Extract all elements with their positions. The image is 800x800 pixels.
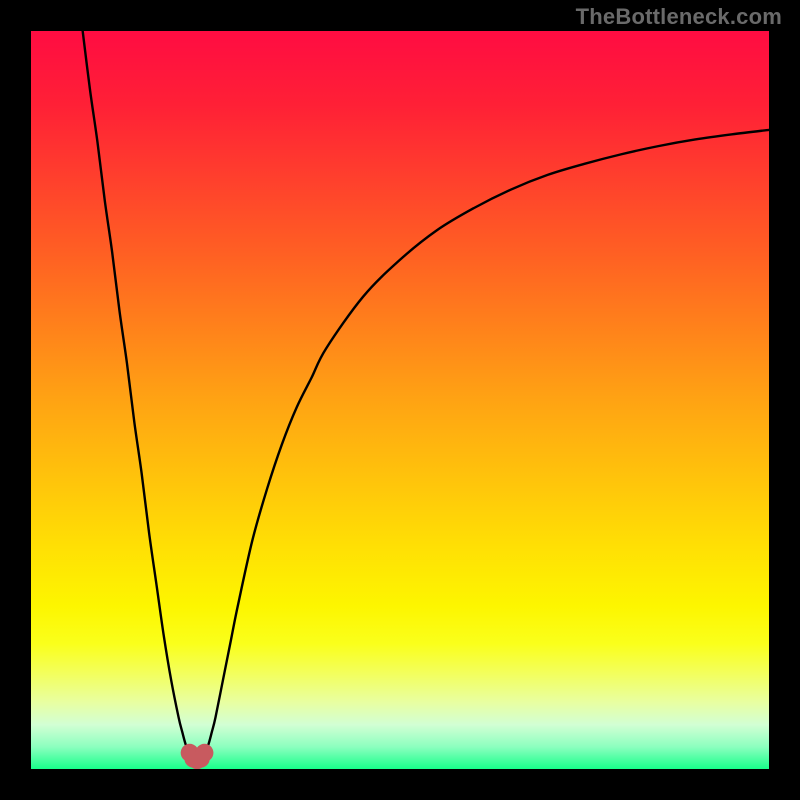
curve-cusp-markers bbox=[181, 744, 214, 769]
curve-left-branch bbox=[83, 31, 190, 753]
plot-area bbox=[31, 31, 769, 769]
chart-frame: TheBottleneck.com bbox=[0, 0, 800, 800]
curve-right-branch bbox=[204, 130, 769, 753]
bottleneck-curve bbox=[31, 31, 769, 769]
attribution-text: TheBottleneck.com bbox=[576, 4, 782, 30]
